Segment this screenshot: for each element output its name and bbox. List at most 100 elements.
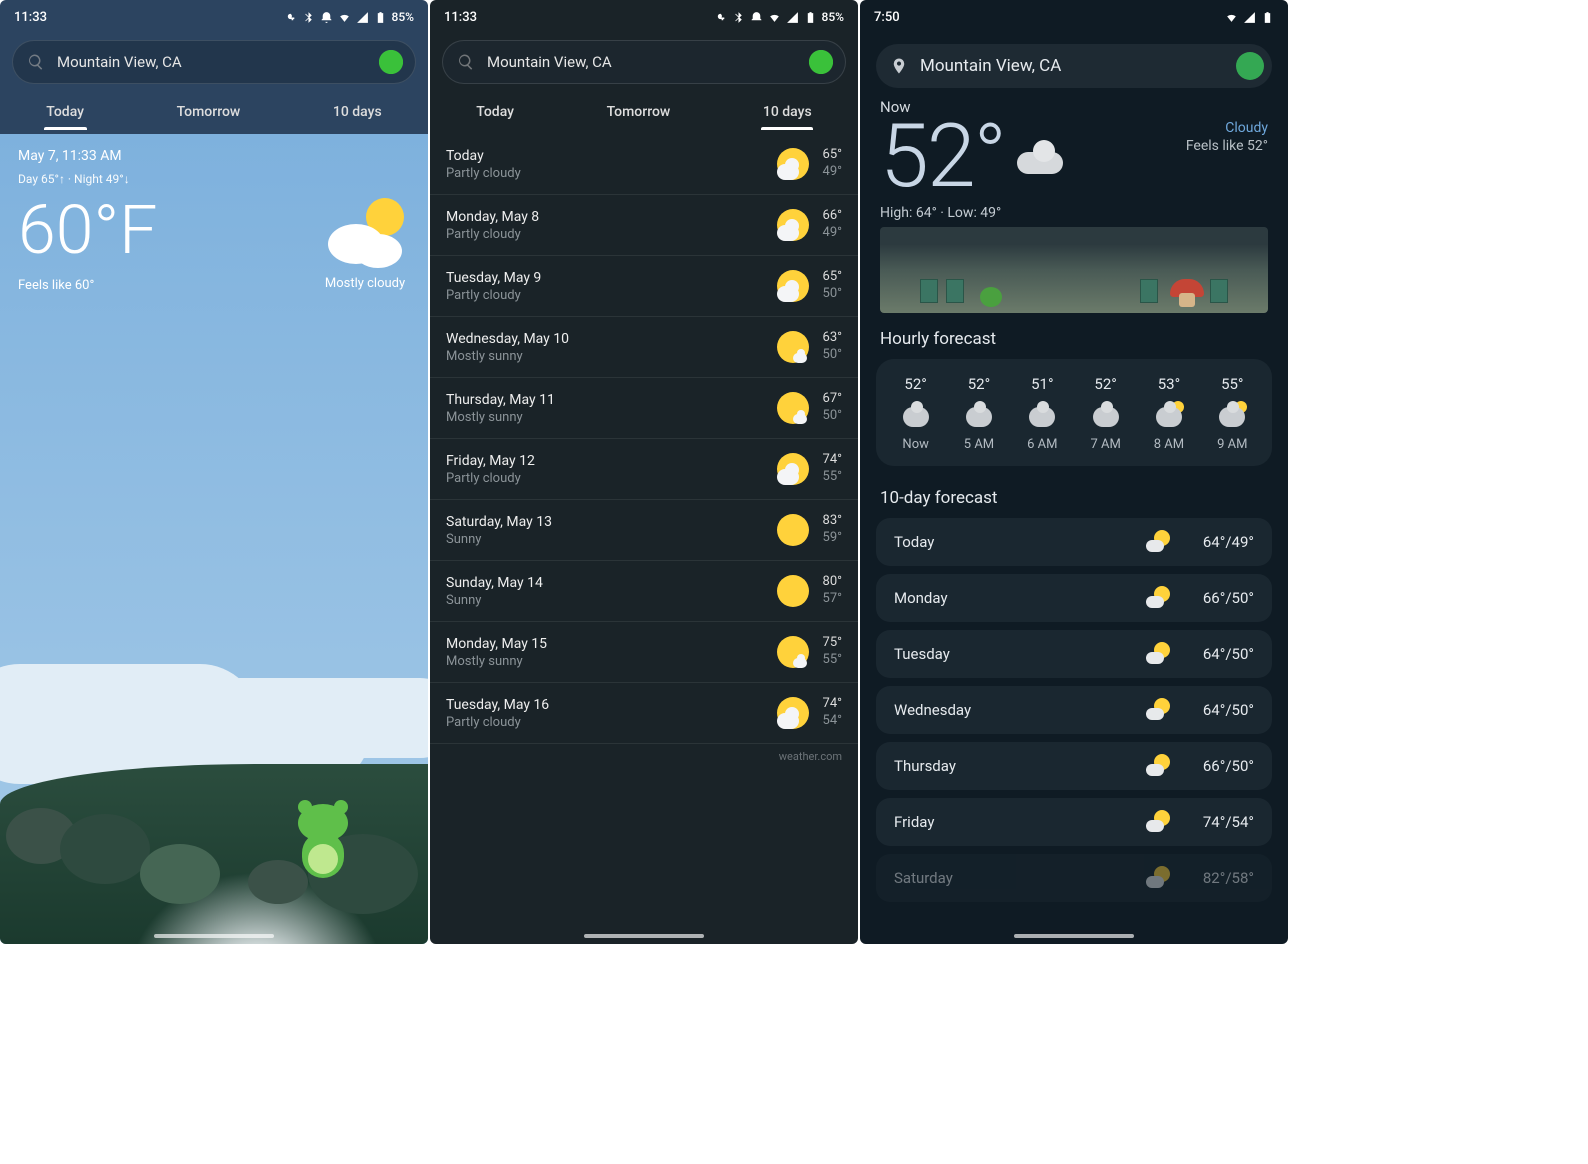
tab-10days[interactable]: 10 days (755, 98, 820, 126)
location-search[interactable]: Mountain View, CA (442, 40, 846, 84)
hour-cell[interactable]: 53°8 AM (1137, 375, 1200, 452)
hour-cell[interactable]: 52°5 AM (947, 375, 1010, 452)
tenday-temps: 66°/50° (1184, 589, 1254, 607)
high-temp: 74° (823, 696, 842, 713)
location-search[interactable]: Mountain View, CA (12, 40, 416, 84)
location-text: Mountain View, CA (57, 53, 363, 71)
dnd-icon (750, 11, 763, 24)
cloud-icon (1017, 144, 1065, 174)
signal-icon (356, 11, 369, 24)
tab-tomorrow[interactable]: Tomorrow (169, 98, 249, 126)
tenday-row[interactable]: Monday 66°/50° (876, 574, 1272, 622)
today-panel: May 7, 11:33 AM Day 65°↑ · Night 49°↓ 60… (0, 134, 428, 944)
location-bar[interactable]: Mountain View, CA (876, 44, 1272, 88)
hour-temp: 52° (1074, 375, 1137, 393)
wifi-icon (1225, 11, 1238, 24)
tenday-icon (1146, 700, 1170, 720)
day-condition: Sunny (446, 532, 763, 547)
feels-like: Feels like 60° (18, 278, 157, 293)
high-temp: 66° (823, 208, 842, 225)
tenday-temps: 66°/50° (1184, 757, 1254, 775)
ten-day-forecast[interactable]: Today64°/49° Monday 66°/50° Tuesday64°/50° W… (876, 518, 1272, 910)
high-temp: 74° (823, 452, 842, 469)
home-indicator[interactable] (1014, 934, 1134, 938)
signal-icon (1243, 11, 1256, 24)
low-temp: 55° (823, 469, 842, 486)
day-row[interactable]: Tuesday, May 9Partly cloudy65°50° (430, 256, 858, 317)
tenday-row[interactable]: Today64°/49° (876, 518, 1272, 566)
tenday-day: Wednesday (894, 701, 1132, 719)
tenday-day: Monday (894, 589, 1132, 607)
day-name: Sunday, May 14 (446, 575, 763, 591)
home-indicator[interactable] (154, 934, 274, 938)
high-temp: 75° (823, 635, 842, 652)
hour-cell[interactable]: 55°9 AM (1201, 375, 1264, 452)
high-temp: 65° (823, 147, 842, 164)
tenday-row[interactable]: Friday74°/54° (876, 798, 1272, 846)
battery-percent: 85% (392, 10, 414, 24)
hour-icon (1156, 407, 1182, 427)
tenday-day: Saturday (894, 869, 1132, 887)
hour-icon (903, 407, 929, 427)
hourly-forecast[interactable]: 52°Now52°5 AM51°6 AM52°7 AM53°8 AM55°9 A… (876, 359, 1272, 466)
day-condition: Sunny (446, 593, 763, 608)
tab-today[interactable]: Today (468, 98, 522, 126)
low-temp: 59° (823, 530, 842, 547)
home-indicator[interactable] (584, 934, 704, 938)
attribution[interactable]: weather.com (430, 744, 858, 769)
google-account-avatar[interactable] (375, 46, 407, 78)
hour-cell[interactable]: 52°Now (884, 375, 947, 452)
now-temperature: 52° (880, 105, 1005, 208)
tenday-row[interactable]: Wednesday64°/50° (876, 686, 1272, 734)
search-icon (457, 53, 475, 71)
tenday-row[interactable]: Thursday66°/50° (876, 742, 1272, 790)
day-row[interactable]: Tuesday, May 16Partly cloudy74°54° (430, 683, 858, 744)
day-row[interactable]: Saturday, May 13Sunny83°59° (430, 500, 858, 561)
day-row[interactable]: Monday, May 8Partly cloudy66°49° (430, 195, 858, 256)
day-row[interactable]: Thursday, May 11Mostly sunny67°50° (430, 378, 858, 439)
day-row[interactable]: Friday, May 12Partly cloudy74°55° (430, 439, 858, 500)
tenday-title: 10-day forecast (860, 480, 1288, 518)
day-row[interactable]: Wednesday, May 10Mostly sunny63°50° (430, 317, 858, 378)
tab-today[interactable]: Today (38, 98, 92, 126)
scene-illustration (880, 227, 1268, 313)
ten-day-list[interactable]: TodayPartly cloudy65°49°Monday, May 8Par… (430, 134, 858, 944)
hour-icon (1029, 407, 1055, 427)
hour-temp: 51° (1011, 375, 1074, 393)
phone-10day-view: 11:33 85% Mountain View, CA Today Tomorr… (430, 0, 858, 944)
tab-10days[interactable]: 10 days (325, 98, 390, 126)
now-feels-like: Feels like 52° (1186, 138, 1268, 154)
low-temp: 49° (823, 225, 842, 242)
tenday-icon (1146, 588, 1170, 608)
day-condition: Partly cloudy (446, 471, 763, 486)
tenday-row[interactable]: Saturday82°/58° (876, 854, 1272, 902)
day-row[interactable]: Monday, May 15Mostly sunny75°55° (430, 622, 858, 683)
now-hilo: High: 64° · Low: 49° (880, 205, 1268, 221)
hour-cell[interactable]: 51°6 AM (1011, 375, 1074, 452)
day-condition: Mostly sunny (446, 410, 763, 425)
status-icons (1225, 11, 1274, 24)
now-section: Now 52° Cloudy Feels like 52° High: 64° … (860, 98, 1288, 321)
google-account-avatar[interactable] (805, 46, 837, 78)
day-name: Monday, May 8 (446, 209, 763, 225)
day-row[interactable]: TodayPartly cloudy65°49° (430, 134, 858, 195)
hour-icon (966, 407, 992, 427)
location-text: Mountain View, CA (920, 56, 1224, 76)
tenday-day: Today (894, 533, 1132, 551)
day-name: Monday, May 15 (446, 636, 763, 652)
battery-percent: 85% (822, 10, 844, 24)
weather-icon (775, 268, 811, 304)
tenday-row[interactable]: Tuesday64°/50° (876, 630, 1272, 678)
weather-icon (775, 451, 811, 487)
day-night-summary: Day 65°↑ · Night 49°↓ (18, 172, 410, 186)
status-bar: 11:33 85% (430, 0, 858, 30)
weather-icon (775, 634, 811, 670)
tenday-day: Tuesday (894, 645, 1132, 663)
account-avatar[interactable] (1236, 52, 1264, 80)
vpn-key-icon (714, 11, 727, 24)
day-row[interactable]: Sunday, May 14Sunny80°57° (430, 561, 858, 622)
hour-cell[interactable]: 52°7 AM (1074, 375, 1137, 452)
weather-icon (775, 512, 811, 548)
status-time: 7:50 (874, 10, 900, 25)
tab-tomorrow[interactable]: Tomorrow (599, 98, 679, 126)
